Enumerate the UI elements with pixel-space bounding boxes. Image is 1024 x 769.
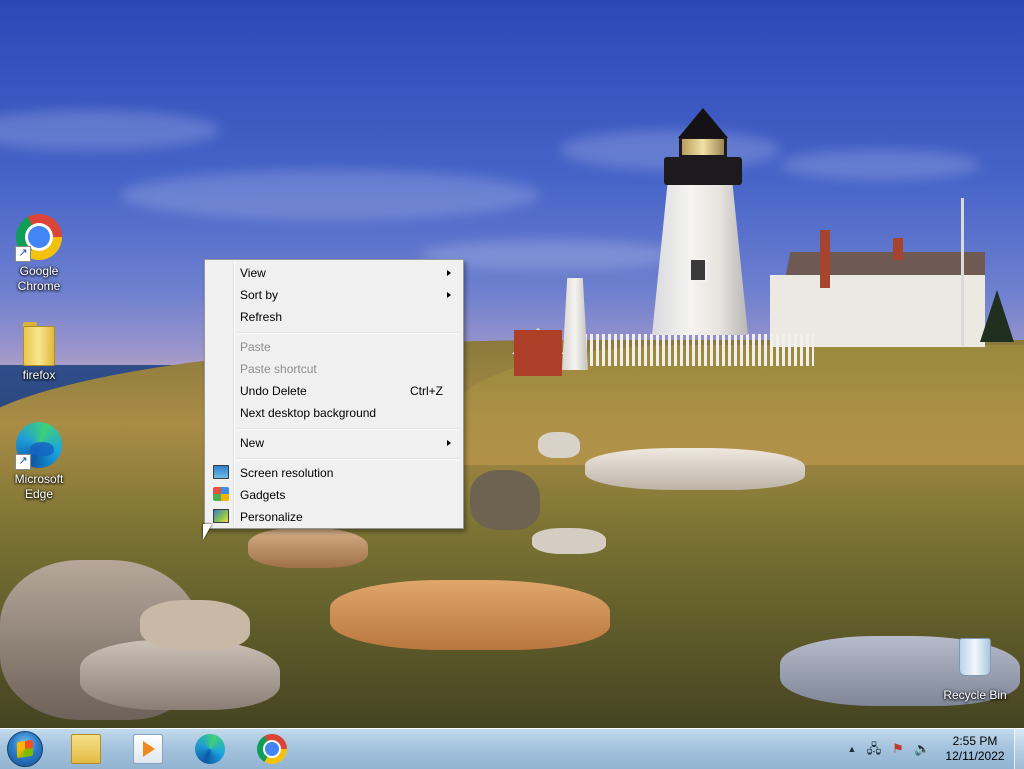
menu-item-next-desktop-background[interactable]: Next desktop background <box>207 402 461 424</box>
menu-item-label: Next desktop background <box>240 406 377 420</box>
rock <box>330 580 610 650</box>
show-hidden-icons-button[interactable]: ▲ <box>844 741 860 757</box>
menu-item-label: Personalize <box>240 510 303 524</box>
menu-item-label: Refresh <box>240 310 283 324</box>
menu-item-new[interactable]: New <box>207 432 461 454</box>
desktop-icon-recycle-bin[interactable]: Recycle Bin <box>938 632 1012 703</box>
chrome-icon: ↗ <box>15 214 63 262</box>
desktop-icon-label: Edge <box>24 487 54 501</box>
folder-icon <box>15 318 63 366</box>
submenu-arrow-icon <box>447 292 451 298</box>
menu-item-label: Undo Delete <box>240 384 307 398</box>
notification-area: ▲ 🖧 ⚑ 🔈 <box>840 729 936 769</box>
edge-icon <box>195 734 225 764</box>
red-shed <box>514 330 562 376</box>
shortcut-arrow-icon: ↗ <box>15 454 31 470</box>
desktop-context-menu: View Sort by Refresh Paste Paste shortcu… <box>204 259 464 529</box>
menu-item-gadgets[interactable]: Gadgets <box>207 484 461 506</box>
menu-separator <box>237 458 459 460</box>
rock <box>470 470 540 530</box>
rock <box>532 528 606 554</box>
menu-item-paste-shortcut: Paste shortcut <box>207 358 461 380</box>
menu-item-undo-delete[interactable]: Undo Delete Ctrl+Z <box>207 380 461 402</box>
submenu-arrow-icon <box>447 270 451 276</box>
desktop-icon-microsoft-edge[interactable]: ↗ Microsoft Edge <box>2 422 76 502</box>
chimney <box>893 238 903 260</box>
menu-item-label: Gadgets <box>240 488 286 502</box>
menu-item-label: New <box>240 436 265 450</box>
pine-tree <box>980 290 1014 342</box>
desktop-icon-label: firefox <box>22 368 56 382</box>
gadgets-icon <box>213 487 229 501</box>
desktop-icon-firefox-folder[interactable]: firefox <box>2 318 76 383</box>
network-icon[interactable]: 🖧 <box>866 741 882 757</box>
menu-item-label: Sort by <box>240 288 279 302</box>
desktop-icon-label: Google <box>19 264 59 278</box>
rock <box>140 600 250 650</box>
white-fence <box>584 334 814 366</box>
cloud <box>0 110 220 150</box>
desktop-icon-google-chrome[interactable]: ↗ Google Chrome <box>2 214 76 294</box>
menu-item-label: Screen resolution <box>240 466 334 480</box>
cloud <box>120 170 540 220</box>
menu-item-screen-resolution[interactable]: Screen resolution <box>207 462 461 484</box>
chrome-icon <box>257 734 287 764</box>
edge-icon: ↗ <box>15 422 63 470</box>
desktop-icon-label: Chrome <box>17 279 61 293</box>
personalize-icon <box>213 509 229 523</box>
monitor-icon <box>213 465 229 479</box>
menu-item-personalize[interactable]: Personalize <box>207 506 461 528</box>
submenu-arrow-icon <box>447 440 451 446</box>
start-button[interactable] <box>7 731 43 767</box>
desktop-wallpaper[interactable] <box>0 0 1024 728</box>
system-clock[interactable]: 2:55 PM 12/11/2022 <box>938 734 1012 764</box>
menu-separator <box>237 428 459 430</box>
flag-icon[interactable]: ⚑ <box>890 741 906 757</box>
bell-tower <box>562 278 588 370</box>
taskbar-windows-explorer[interactable] <box>60 731 112 767</box>
taskbar-media-player[interactable] <box>122 731 174 767</box>
taskbar-google-chrome[interactable] <box>246 731 298 767</box>
menu-separator <box>237 332 459 334</box>
chimney <box>820 230 830 288</box>
desktop-icon-label: Microsoft <box>14 472 64 486</box>
menu-item-sort-by[interactable]: Sort by <box>207 284 461 306</box>
flag-pole <box>961 198 964 346</box>
menu-item-label: View <box>240 266 266 280</box>
menu-item-refresh[interactable]: Refresh <box>207 306 461 328</box>
folder-icon <box>71 734 101 764</box>
media-player-icon <box>133 734 163 764</box>
lighthouse-lamp <box>679 136 727 158</box>
mouse-cursor-icon <box>203 524 212 540</box>
menu-item-label: Paste <box>240 340 271 354</box>
menu-item-view[interactable]: View <box>207 262 461 284</box>
rock <box>80 640 280 710</box>
taskbar-microsoft-edge[interactable] <box>184 731 236 767</box>
rock <box>248 528 368 568</box>
lighthouse-gallery <box>664 157 742 185</box>
menu-item-label: Paste shortcut <box>240 362 317 376</box>
taskbar: ▲ 🖧 ⚑ 🔈 2:55 PM 12/11/2022 <box>0 728 1024 769</box>
clock-time: 2:55 PM <box>952 734 998 748</box>
rock <box>585 448 805 490</box>
menu-item-shortcut: Ctrl+Z <box>410 384 443 398</box>
shortcut-arrow-icon: ↗ <box>15 246 31 262</box>
recycle-bin-icon <box>951 638 999 686</box>
cloud <box>780 150 980 180</box>
menu-item-paste: Paste <box>207 336 461 358</box>
lighthouse-window <box>689 258 707 282</box>
show-desktop-button[interactable] <box>1014 729 1024 769</box>
rock <box>538 432 580 458</box>
desktop-icon-label: Recycle Bin <box>943 688 1007 702</box>
clock-date: 12/11/2022 <box>945 749 1005 763</box>
speaker-icon[interactable]: 🔈 <box>914 741 930 757</box>
lighthouse-roof <box>678 108 728 138</box>
